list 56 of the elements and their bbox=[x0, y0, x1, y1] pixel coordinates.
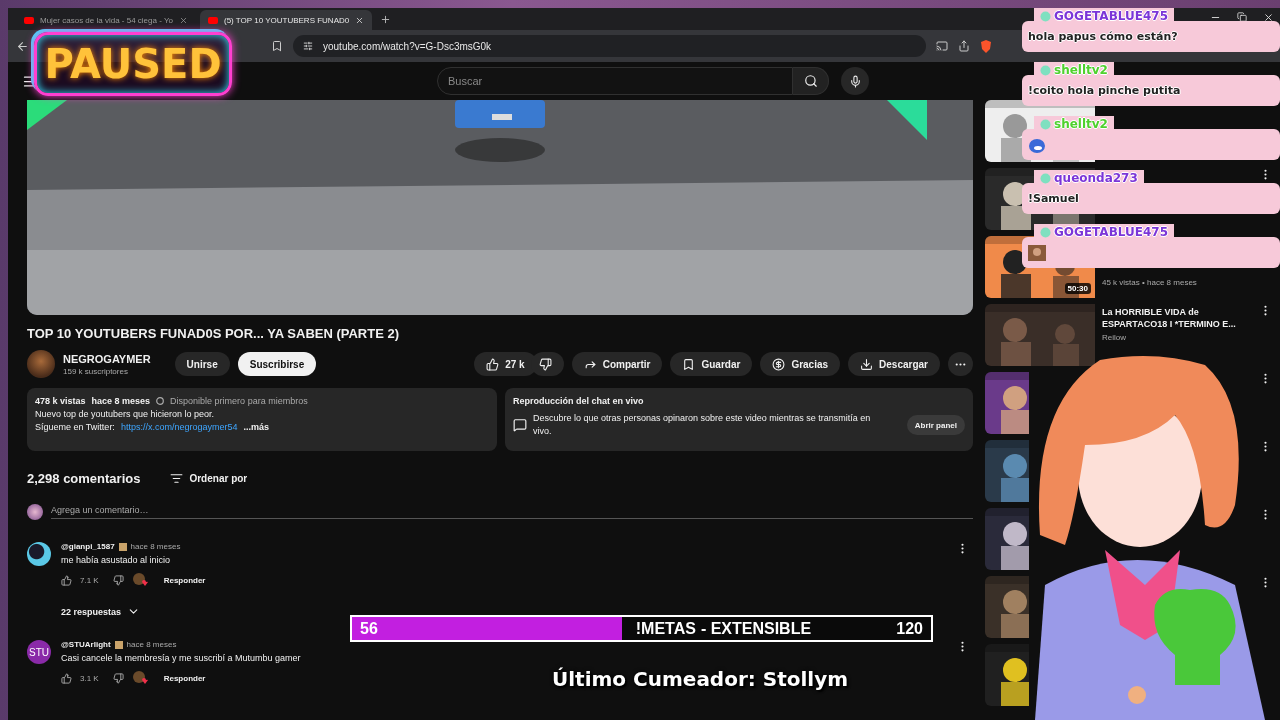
comment-count: 2,298 comentarios bbox=[27, 471, 141, 486]
comment-time: hace 8 meses bbox=[126, 640, 177, 649]
goal-target: 120 bbox=[896, 619, 923, 638]
description-panel[interactable]: 478 k vistas hace 8 meses Disponible primero para miembros Nuevo top de youtubers que hicieron lo peor. Sígueme en Twitter: https://x.com/negrogaymer54 ...más bbox=[27, 388, 497, 451]
subscriber-count: 159 k suscriptores bbox=[63, 366, 129, 376]
comment-text: me había asustado al inicio bbox=[61, 555, 172, 565]
address-field[interactable]: youtube.com/watch?v=G-Dsc3msG0k bbox=[293, 35, 926, 57]
comment-author[interactable]: @gianpi_1587 bbox=[61, 542, 115, 551]
chat-replay-title: Reproducción del chat en vivo bbox=[513, 396, 645, 406]
comment-time: hace 8 meses bbox=[130, 542, 181, 551]
download-button[interactable]: Descargar bbox=[848, 352, 940, 376]
like-count: 7.1 K bbox=[80, 575, 99, 585]
join-button[interactable]: Unirse bbox=[174, 352, 230, 376]
view-count: 478 k vistas bbox=[35, 396, 86, 406]
search-field[interactable]: Buscar bbox=[437, 67, 793, 95]
share-button[interactable]: Compartir bbox=[571, 352, 663, 376]
sort-button[interactable]: Ordenar por bbox=[170, 472, 248, 485]
like-count: 3.1 K bbox=[80, 673, 99, 683]
video-meta: 45 k vistas • hace 8 meses bbox=[1102, 278, 1198, 287]
description-text: Nuevo top de youtubers que hicieron lo peor. bbox=[35, 409, 215, 419]
video-duration: 50:30 bbox=[1064, 283, 1091, 294]
browser-tab[interactable]: Mujer casos de la vida - 54 ciega - Yo bbox=[16, 10, 196, 30]
chat-message: !coito hola pinche putita bbox=[1022, 75, 1280, 106]
open-panel-button[interactable]: Abrir panel bbox=[906, 415, 965, 436]
chat-username: shelltv2 bbox=[1054, 63, 1108, 77]
goal-label: !METAS bbox=[634, 619, 696, 638]
more-link[interactable]: ...más bbox=[243, 422, 269, 432]
goal-current: 56 bbox=[360, 619, 378, 638]
thanks-button[interactable]: Gracias bbox=[760, 352, 841, 376]
goal-suffix: - EXTENSIBLE bbox=[700, 619, 812, 638]
channel-name[interactable]: NEGROGAYMER bbox=[63, 352, 151, 365]
chat-username: GOGETABLUE475 bbox=[1054, 9, 1168, 23]
twitter-link[interactable]: https://x.com/negrogaymer54 bbox=[120, 422, 238, 432]
video-title[interactable]: La HORRIBLE VIDA de ESPARTACO18 I *TERMINO E... bbox=[1102, 306, 1242, 331]
chat-message: hola papus cómo están? bbox=[1022, 21, 1280, 52]
reply-button[interactable]: Responder bbox=[155, 575, 206, 585]
browser-tab[interactable]: (5) TOP 10 YOUTUBERS FUNAD0 bbox=[199, 10, 373, 30]
commenter-avatar[interactable]: STU bbox=[27, 640, 51, 664]
paused-badge: PAUSED bbox=[34, 32, 232, 96]
chat-username: GOGETABLUE475 bbox=[1054, 225, 1168, 239]
last-cumeador-text: Último Cumeador: Stollym bbox=[552, 667, 849, 691]
upload-date: hace 8 meses bbox=[91, 396, 151, 406]
channel-name: Reilow bbox=[1102, 333, 1127, 343]
replies-button[interactable]: 22 respuestas bbox=[61, 605, 946, 618]
reply-button[interactable]: Responder bbox=[155, 673, 206, 683]
chat-replay-text: Descubre lo que otras personas opinaron sobre este video mientras se transmitía en vivo. bbox=[533, 412, 872, 439]
save-button[interactable]: Guardar bbox=[670, 352, 753, 376]
comment-text: Casi cancele la membresía y me suscribí a Mutumbu gamer bbox=[61, 653, 302, 663]
comment-field[interactable]: Agrega un comentario… bbox=[51, 505, 973, 519]
members-note: Disponible primero para miembros bbox=[170, 396, 308, 406]
subscribe-button[interactable]: Suscribirse bbox=[237, 352, 317, 376]
link-label: Sígueme en Twitter: bbox=[35, 422, 115, 432]
video-title: TOP 10 YOUTUBERS FUNAD0S POR... YA SABEN (PARTE 2) bbox=[27, 326, 401, 341]
chat-username: shelltv2 bbox=[1054, 117, 1108, 131]
chat-username: queonda273 bbox=[1054, 171, 1138, 185]
comment-author[interactable]: @STUArlight bbox=[61, 640, 111, 649]
